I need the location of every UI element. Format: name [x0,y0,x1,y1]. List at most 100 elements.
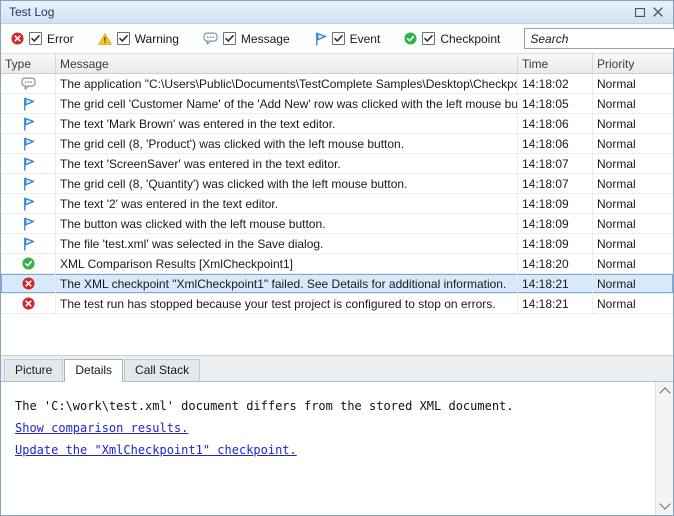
log-type-cell [1,254,56,273]
filter-event-label: Event [350,32,381,46]
log-priority: Normal [593,194,673,213]
log-time: 14:18:21 [518,294,593,313]
log-time: 14:18:21 [518,274,593,293]
log-time: 14:18:09 [518,214,593,233]
log-type-cell [1,234,56,253]
filter-event-checkbox[interactable] [332,32,345,45]
log-row[interactable]: The text '2' was entered in the text edi… [1,194,673,214]
log-time: 14:18:06 [518,114,593,133]
tab-bar: PictureDetailsCall Stack [1,355,673,382]
log-message: The text 'ScreenSaver' was entered in th… [56,154,518,173]
filter-toolbar: Error Warning Message Event Checkpoint [1,24,673,54]
log-message: The text 'Mark Brown' was entered in the… [56,114,518,133]
details-scrollbar[interactable] [655,382,673,515]
log-message: The text '2' was entered in the text edi… [56,194,518,213]
log-table: TypeMessageTimePriority The application … [1,54,673,355]
scroll-down-icon[interactable] [656,498,673,515]
log-message: The test run has stopped because your te… [56,294,518,313]
log-priority: Normal [593,274,673,293]
error-icon [22,277,35,290]
log-row[interactable]: The application "C:\Users\Public\Documen… [1,74,673,94]
log-row[interactable]: The grid cell (8, 'Quantity') was clicke… [1,174,673,194]
column-header-time[interactable]: Time [518,54,593,73]
details-panel: The 'C:\work\test.xml' document differs … [1,382,673,515]
log-type-cell [1,74,56,93]
column-header-message[interactable]: Message [56,54,518,73]
log-message: The application "C:\Users\Public\Documen… [56,74,518,93]
log-time: 14:18:20 [518,254,593,273]
event-icon [22,217,35,231]
log-priority: Normal [593,294,673,313]
error-icon [11,32,24,45]
filter-message-checkbox[interactable] [223,32,236,45]
message-icon [203,32,218,45]
tab-details[interactable]: Details [64,359,123,382]
event-icon [22,177,35,191]
log-message: The grid cell (8, 'Quantity') was clicke… [56,174,518,193]
log-row[interactable]: The grid cell (8, 'Product') was clicked… [1,134,673,154]
close-icon[interactable] [649,4,667,20]
log-type-cell [1,174,56,193]
tab-picture[interactable]: Picture [4,359,63,381]
log-type-cell [1,94,56,113]
table-header: TypeMessageTimePriority [1,54,673,74]
event-icon [22,197,35,211]
tab-call-stack[interactable]: Call Stack [124,359,200,381]
log-row[interactable]: XML Comparison Results [XmlCheckpoint1]1… [1,254,673,274]
filter-event[interactable]: Event [314,32,381,46]
log-row[interactable]: The text 'Mark Brown' was entered in the… [1,114,673,134]
log-priority: Normal [593,234,673,253]
log-message: The grid cell (8, 'Product') was clicked… [56,134,518,153]
details-content: The 'C:\work\test.xml' document differs … [1,382,673,461]
show-comparison-results-link[interactable]: Show comparison results. [15,417,188,439]
log-time: 14:18:09 [518,234,593,253]
log-message: The XML checkpoint "XmlCheckpoint1" fail… [56,274,518,293]
column-header-type[interactable]: Type [1,54,56,73]
log-type-cell [1,194,56,213]
log-type-cell [1,134,56,153]
table-body: The application "C:\Users\Public\Documen… [1,74,673,355]
filter-checkpoint[interactable]: Checkpoint [404,32,500,46]
float-window-icon[interactable] [631,4,649,20]
update-checkpoint-link[interactable]: Update the "XmlCheckpoint1" checkpoint. [15,439,297,461]
filter-checkpoint-checkbox[interactable] [422,32,435,45]
log-row[interactable]: The grid cell 'Customer Name' of the 'Ad… [1,94,673,114]
column-header-priority[interactable]: Priority [593,54,673,73]
log-row[interactable]: The text 'ScreenSaver' was entered in th… [1,154,673,174]
filter-error-label: Error [47,32,74,46]
log-row[interactable]: The button was clicked with the left mou… [1,214,673,234]
log-type-cell [1,274,56,293]
log-priority: Normal [593,114,673,133]
filter-error[interactable]: Error [11,32,74,46]
window-title: Test Log [9,5,631,19]
log-type-cell [1,114,56,133]
log-time: 14:18:07 [518,174,593,193]
log-priority: Normal [593,154,673,173]
log-time: 14:18:09 [518,194,593,213]
filter-warning[interactable]: Warning [98,32,179,46]
event-icon [314,32,327,46]
warning-icon [98,33,112,45]
log-row[interactable]: The test run has stopped because your te… [1,294,673,314]
search-input[interactable] [530,32,674,46]
log-time: 14:18:06 [518,134,593,153]
event-icon [22,137,35,151]
filter-error-checkbox[interactable] [29,32,42,45]
checkpoint-icon [404,32,417,45]
filter-warning-checkbox[interactable] [117,32,130,45]
log-type-cell [1,294,56,313]
filter-message[interactable]: Message [203,32,290,46]
log-message: The file 'test.xml' was selected in the … [56,234,518,253]
log-row[interactable]: The file 'test.xml' was selected in the … [1,234,673,254]
scroll-up-icon[interactable] [656,382,673,399]
filter-checkpoint-label: Checkpoint [440,32,500,46]
log-priority: Normal [593,174,673,193]
log-row[interactable]: The XML checkpoint "XmlCheckpoint1" fail… [1,274,673,294]
log-priority: Normal [593,254,673,273]
search-box[interactable] [524,28,674,49]
log-priority: Normal [593,94,673,113]
log-priority: Normal [593,214,673,233]
log-type-cell [1,154,56,173]
filter-group: Error Warning Message Event Checkpoint [11,32,500,46]
event-icon [22,157,35,171]
